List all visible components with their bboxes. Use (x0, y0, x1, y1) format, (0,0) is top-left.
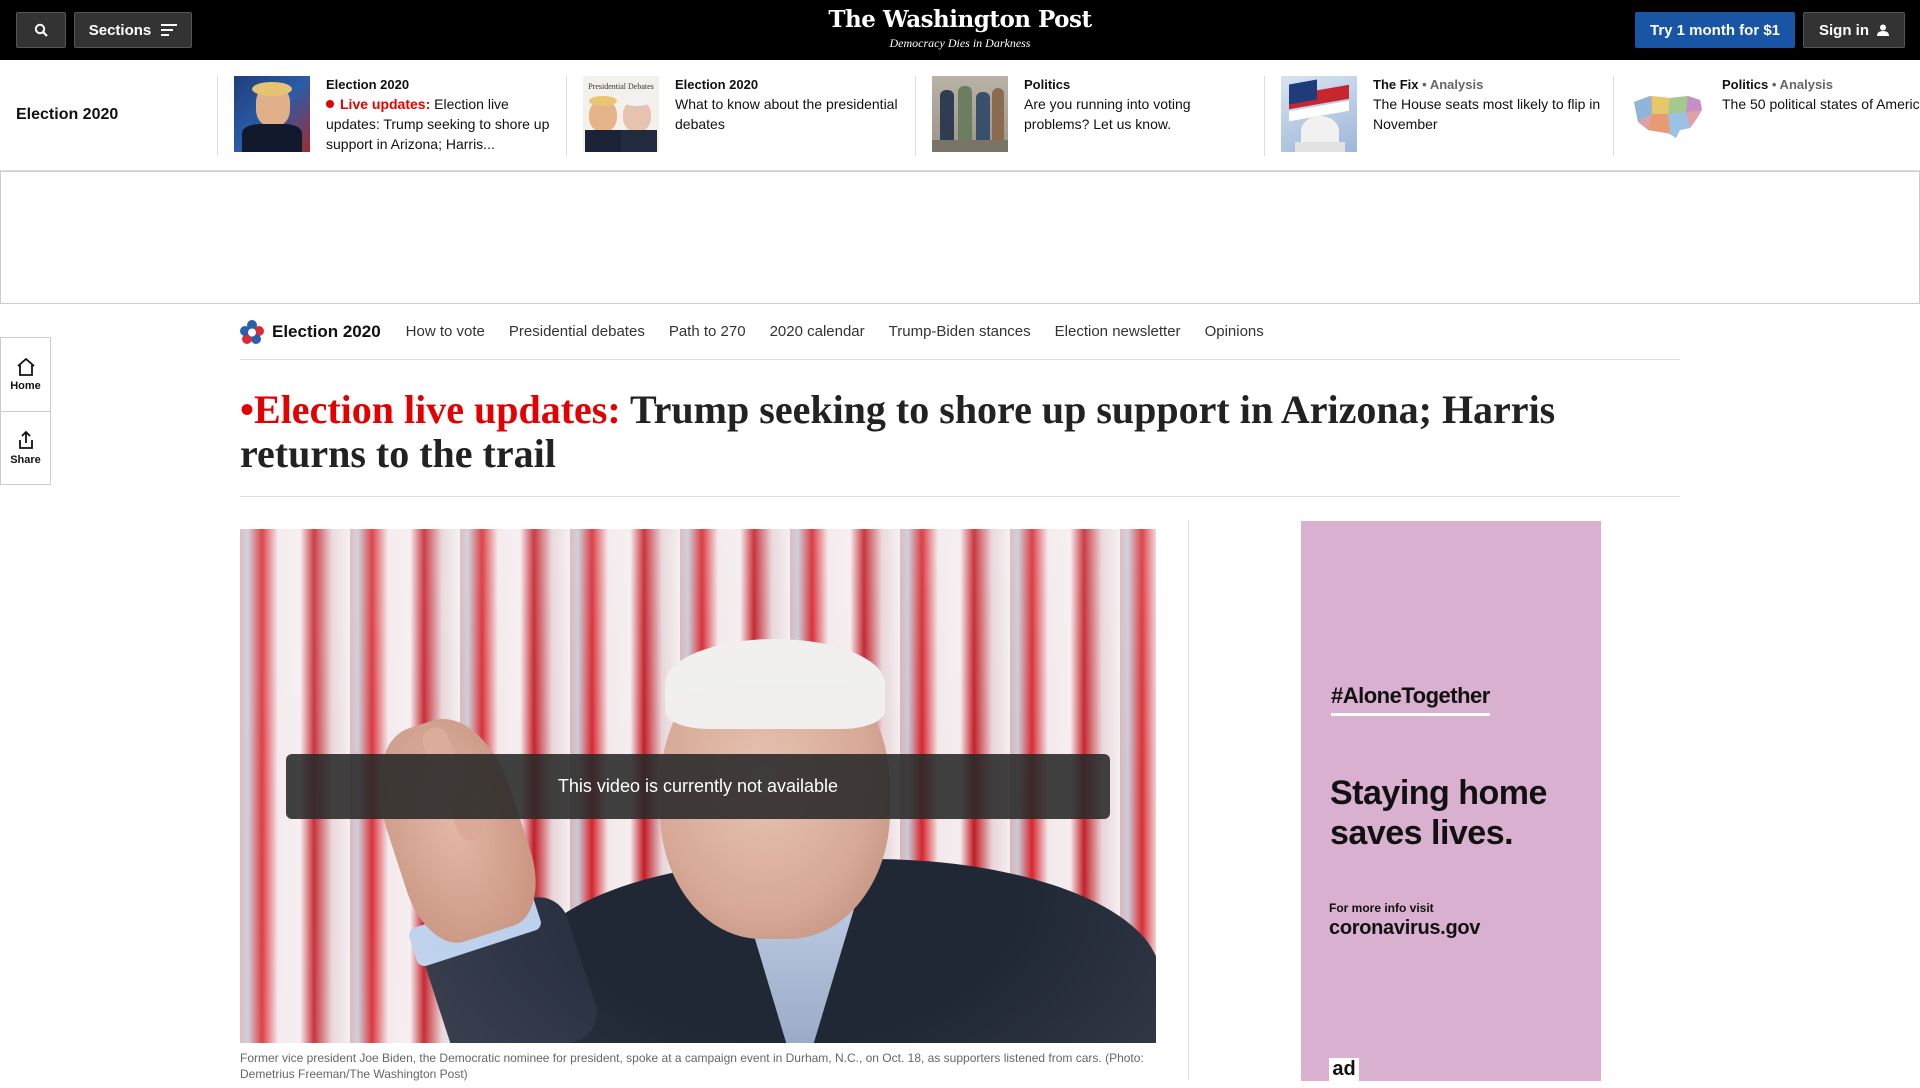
home-label: Home (10, 379, 41, 392)
us-map-icon (1634, 96, 1702, 138)
ad-info-label: For more info visit (1329, 901, 1434, 915)
nav-link-opinions[interactable]: Opinions (1205, 323, 1264, 340)
strip-kicker: Election 2020 (326, 77, 410, 92)
strip-item[interactable]: The Fix • Analysis The House seats most … (1264, 76, 1613, 156)
live-label: Live updates: (340, 96, 431, 112)
share-button[interactable]: Share (1, 411, 50, 484)
strip-kicker: Politics (1722, 77, 1769, 92)
subscribe-button[interactable]: Try 1 month for $1 (1635, 12, 1795, 48)
strip-headline: Are you running into voting problems? Le… (1024, 96, 1191, 132)
nav-link-path-to-270[interactable]: Path to 270 (669, 323, 746, 340)
live-dot-icon (326, 100, 334, 108)
analysis-label: • Analysis (1422, 77, 1484, 92)
nav-link-2020-calendar[interactable]: 2020 calendar (770, 323, 865, 340)
brand-name: The Washington Post (828, 6, 1092, 33)
strip-thumb-image (234, 76, 310, 152)
sign-in-button[interactable]: Sign in (1803, 12, 1905, 48)
media-caption: Former vice president Joe Biden, the Dem… (240, 1051, 1144, 1081)
sections-label: Sections (88, 21, 152, 39)
strip-item[interactable]: Election 2020 Live updates: Election liv… (217, 76, 566, 156)
nav-link-trump-biden-stances[interactable]: Trump-Biden stances (889, 323, 1031, 340)
ad-headline: Staying home saves lives. (1330, 774, 1547, 852)
column-divider (1188, 520, 1189, 1080)
strip-item[interactable]: Politics Are you running into voting pro… (915, 76, 1264, 156)
analysis-label: • Analysis (1771, 77, 1834, 92)
home-button[interactable]: Home (1, 338, 50, 411)
strip-thumb-caption: Presidential Debates (588, 82, 654, 91)
election-logo[interactable]: Election 2020 (240, 319, 381, 344)
strip-kicker: The Fix (1373, 77, 1419, 92)
strip-thumb-image: Presidential Debates (583, 76, 659, 152)
election-star-icon (240, 319, 264, 344)
article-headline: •Election live updates: Trump seeking to… (240, 388, 1680, 476)
section-nav: Election 2020 How to vote Presidential d… (240, 304, 1680, 360)
ad-hashtag: #AloneTogether (1331, 683, 1490, 716)
strip-thumb-image (932, 76, 1008, 152)
ad-url: coronavirus.gov (1329, 917, 1481, 939)
nav-link-election-newsletter[interactable]: Election newsletter (1055, 323, 1181, 340)
share-icon (18, 430, 33, 449)
video-player[interactable]: This video is currently not available (240, 529, 1156, 1043)
ad-badge: ad (1329, 1058, 1359, 1088)
search-button[interactable] (16, 12, 66, 48)
live-bullet-icon: • (240, 387, 255, 432)
side-ad[interactable]: #AloneTogether Staying home saves lives.… (1301, 521, 1601, 1088)
share-label: Share (10, 454, 41, 466)
live-updates-label: Election live updates: (254, 387, 621, 432)
strip-item[interactable]: Presidential Debates Election 2020 What … (566, 76, 915, 156)
brand-logo[interactable]: The Washington Post Democracy Dies in Da… (810, 6, 1110, 51)
top-bar: Sections The Washington Post Democracy D… (0, 0, 1920, 60)
sign-in-label: Sign in (1819, 21, 1869, 39)
menu-icon (161, 24, 178, 36)
strip-headline: What to know about the presidential deba… (675, 96, 898, 132)
strip-headline: The 50 political states of America (1722, 96, 1920, 112)
strip-kicker: Politics (1024, 77, 1071, 92)
ad-banner (0, 171, 1920, 304)
divider (240, 496, 1680, 497)
video-unavailable-message: This video is currently not available (286, 754, 1110, 819)
user-icon (1877, 24, 1889, 36)
sections-button[interactable]: Sections (74, 12, 192, 48)
strip-kicker: Election 2020 (675, 77, 759, 92)
strip-headline: The House seats most likely to flip in N… (1373, 96, 1601, 132)
strip-thumb-image (1630, 76, 1706, 152)
nav-link-how-to-vote[interactable]: How to vote (406, 323, 485, 340)
search-icon (34, 23, 48, 37)
left-rail: Home Share (0, 337, 51, 485)
home-icon (16, 357, 35, 376)
brand-tagline: Democracy Dies in Darkness (889, 36, 1031, 50)
strip-item[interactable]: Politics • Analysis The 50 political sta… (1613, 76, 1920, 156)
strip-thumb-image (1281, 76, 1357, 152)
headline-strip: Election 2020 Election 2020 Live updates… (0, 60, 1920, 171)
nav-link-presidential-debates[interactable]: Presidential debates (509, 323, 645, 340)
strip-label: Election 2020 (16, 106, 119, 123)
section-title: Election 2020 (272, 321, 381, 341)
